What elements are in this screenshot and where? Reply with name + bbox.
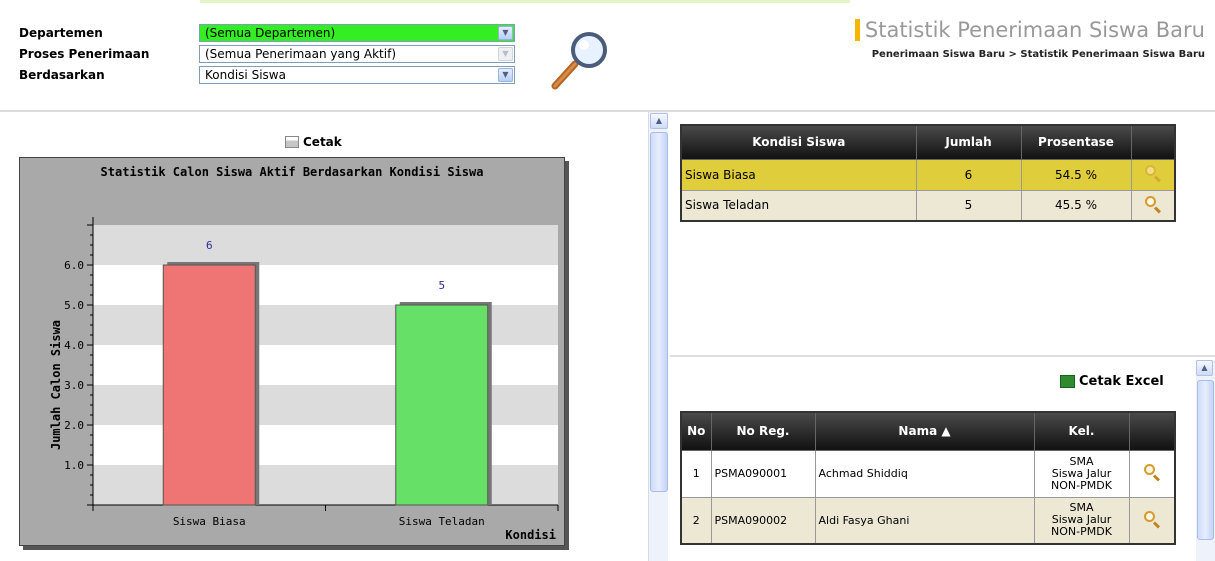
filter-label: Proses Penerimaan [19,46,150,61]
table-row[interactable]: Siswa Biasa 6 54.5 % [680,158,1176,191]
col-kondisi: Kondisi Siswa [680,124,917,160]
filter-row-berdasarkan: Berdasarkan Kondisi Siswa ▼ [19,64,515,85]
cell-jumlah: 5 [915,189,1022,222]
cell-kel: SMA Siswa Jalur NON-PMDK [1033,496,1130,545]
select-value: (Semua Penerimaan yang Aktif) [205,46,397,61]
data-label: 5 [438,279,445,292]
zoom-icon[interactable] [1143,463,1161,482]
select-value: (Semua Departemen) [205,25,336,40]
col-action [1130,124,1176,160]
scroll-up-icon[interactable]: ▲ [650,113,668,129]
left-scrollbar[interactable]: ▲ [648,112,668,561]
col-noreg: No Reg. [710,411,816,451]
cell-no: 2 [680,496,712,545]
chart-canvas: 1.0 2.0 3.0 4.0 5.0 6.0 6 Siswa Biasa 5 Siswa Tel… [49,217,559,542]
zoom-icon[interactable] [1143,510,1161,529]
filter-row-proses: Proses Penerimaan (Semua Penerimaan yang… [19,43,515,64]
export-excel-button[interactable]: Cetak Excel [1060,374,1164,389]
cell-no: 1 [680,449,712,498]
cell-noreg: PSMA090002 [710,496,816,545]
bar [395,304,489,506]
cell-jumlah: 6 [915,158,1022,191]
page-header: Statistik Penerimaan Siswa Baru Penerima… [854,18,1205,60]
col-prosentase: Prosentase [1020,124,1132,160]
cell-action [1130,158,1176,191]
y-tick-label: 4.0 [64,339,84,352]
filter-row-departemen: Departemen (Semua Departemen) ▼ [19,22,515,43]
table-row[interactable]: 1 PSMA090001 Achmad Shiddiq SMA Siswa Ja… [680,449,1176,498]
summary-table: Kondisi Siswa Jumlah Prosentase Siswa Bi… [680,124,1176,222]
col-action [1128,411,1176,451]
scroll-up-icon[interactable]: ▲ [1196,360,1213,376]
y-tick-label: 6.0 [64,259,84,272]
filter-panel: Departemen (Semua Departemen) ▼ Proses P… [19,22,515,85]
print-label: Cetak [303,135,342,149]
scroll-thumb[interactable] [1197,380,1214,540]
cell-kondisi: Siswa Biasa [680,158,917,191]
page-title: Statistik Penerimaan Siswa Baru [864,18,1205,42]
right-scrollbar[interactable]: ▲ [1196,360,1215,561]
cell-prosentase: 54.5 % [1020,158,1132,191]
proses-penerimaan-select[interactable]: (Semua Penerimaan yang Aktif) ▼ [199,44,515,63]
kel-line: NON-PMDK [1051,525,1112,539]
cell-kel: SMA Siswa Jalur NON-PMDK [1033,449,1130,498]
y-tick-label: 1.0 [64,459,84,472]
scroll-thumb[interactable] [650,132,668,492]
y-tick-label: 3.0 [64,379,84,392]
col-jumlah: Jumlah [915,124,1022,160]
cell-action [1130,189,1176,222]
berdasarkan-select[interactable]: Kondisi Siswa ▼ [199,65,515,84]
accent-bar [854,19,860,41]
y-tick-label: 5.0 [64,299,84,312]
chevron-down-icon[interactable]: ▼ [498,67,513,82]
x-tick-label: Siswa Biasa [173,515,246,528]
kel-line: Siswa Jalur [1051,466,1112,480]
top-strip [200,0,850,3]
y-tick-label: 2.0 [64,419,84,432]
cell-noreg: PSMA090001 [710,449,816,498]
filter-label: Berdasarkan [19,67,105,82]
col-nama[interactable]: Nama ▲ [814,411,1035,451]
search-icon[interactable] [549,28,613,92]
cell-action [1128,449,1176,498]
data-label: 6 [206,239,213,252]
x-tick-label: Siswa Teladan [399,515,485,528]
table-header-row: Kondisi Siswa Jumlah Prosentase [680,124,1176,160]
excel-label: Cetak Excel [1079,374,1164,389]
grid-band [93,225,558,265]
zoom-icon[interactable] [1144,195,1162,214]
divider [0,110,1215,112]
breadcrumb: Penerimaan Siswa Baru > Statistik Peneri… [871,49,1205,60]
bar [162,264,256,506]
zoom-icon[interactable] [1144,164,1162,183]
excel-icon [1060,375,1075,388]
y-axis-title: Jumlah Calon Siswa [49,320,63,450]
chevron-down-icon[interactable]: ▼ [498,25,513,40]
col-no: No [680,411,712,451]
divider [670,355,1215,357]
printer-icon [285,136,299,148]
table-row[interactable]: Siswa Teladan 5 45.5 % [680,189,1176,222]
cell-action [1128,496,1176,545]
cell-kondisi: Siswa Teladan [680,189,917,222]
kel-line: NON-PMDK [1051,478,1112,492]
cell-nama: Achmad Shiddiq [814,449,1035,498]
detail-table: No No Reg. Nama ▲ Kel. 1 PSMA090001 Achm… [680,411,1176,545]
chevron-down-icon: ▼ [498,46,513,61]
select-value: Kondisi Siswa [205,67,286,82]
x-axis-title: Kondisi [505,528,556,542]
cell-prosentase: 45.5 % [1020,189,1132,222]
print-chart-button[interactable]: Cetak [285,135,342,149]
table-header-row: No No Reg. Nama ▲ Kel. [680,411,1176,451]
kel-line: SMA [1069,454,1094,468]
table-row[interactable]: 2 PSMA090002 Aldi Fasya Ghani SMA Siswa … [680,496,1176,545]
cell-nama: Aldi Fasya Ghani [814,496,1035,545]
col-kel: Kel. [1033,411,1130,451]
filter-label: Departemen [19,25,103,40]
bar-chart: Statistik Calon Siswa Aktif Berdasarkan … [19,157,565,546]
departemen-select[interactable]: (Semua Departemen) ▼ [199,23,515,42]
